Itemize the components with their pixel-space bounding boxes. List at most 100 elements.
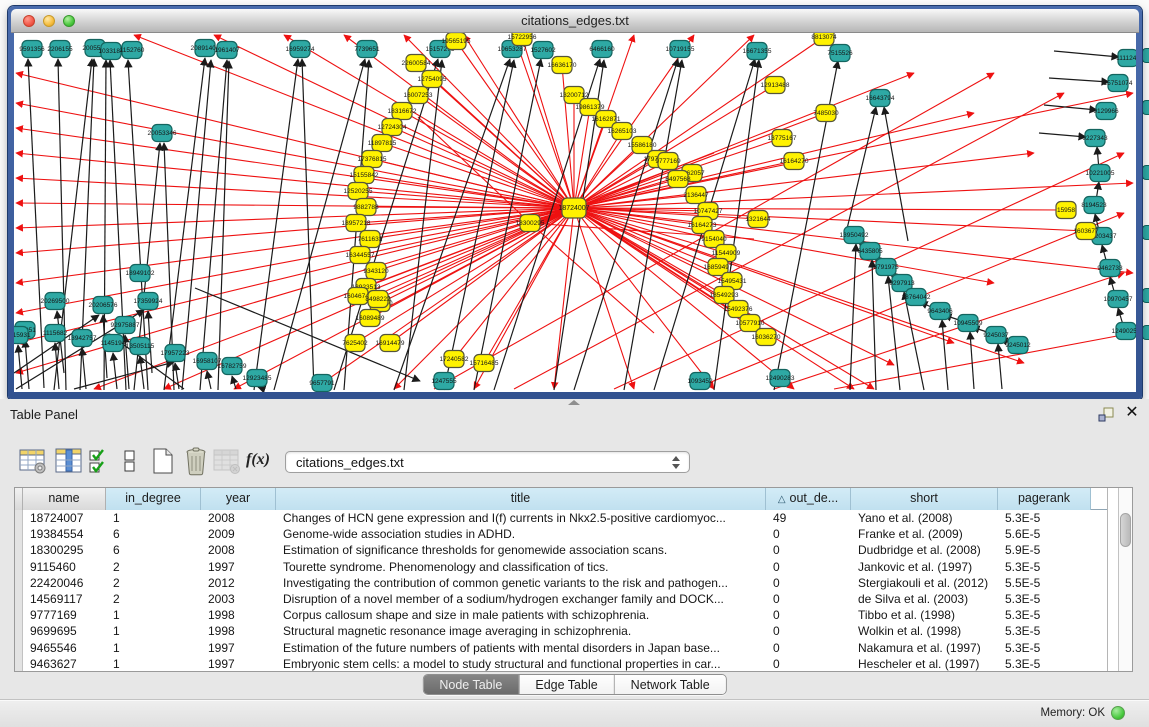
cell-year[interactable]: 1997 bbox=[201, 640, 276, 656]
cell-pagerank[interactable]: 5.3E-5 bbox=[998, 559, 1091, 575]
table-mode-icon[interactable] bbox=[18, 446, 48, 476]
cell-in_degree[interactable]: 2 bbox=[106, 575, 201, 591]
cell-name[interactable]: 18300295 bbox=[23, 542, 106, 558]
cell-in_degree[interactable]: 1 bbox=[106, 607, 201, 623]
show-columns-icon[interactable] bbox=[54, 446, 84, 476]
cell-year[interactable]: 1998 bbox=[201, 623, 276, 639]
vertical-scrollbar[interactable] bbox=[1118, 488, 1132, 671]
column-header-in_degree[interactable]: in_degree bbox=[106, 488, 201, 510]
cell-out_degree[interactable]: 0 bbox=[766, 559, 851, 575]
cell-year[interactable]: 2008 bbox=[201, 510, 276, 526]
cell-short[interactable]: Nakamura et al. (1997) bbox=[851, 640, 998, 656]
network-edge-black bbox=[232, 376, 236, 389]
cell-in_degree[interactable]: 1 bbox=[106, 656, 201, 671]
cell-pagerank[interactable]: 5.3E-5 bbox=[998, 510, 1091, 526]
network-node-label: 15716485 bbox=[470, 360, 499, 367]
cell-title[interactable]: Investigating the contribution of common… bbox=[276, 575, 766, 591]
column-header-title[interactable]: title bbox=[276, 488, 766, 510]
tab-node-table[interactable]: Node Table bbox=[423, 675, 519, 694]
cell-in_degree[interactable]: 6 bbox=[106, 526, 201, 542]
cell-title[interactable]: Disruption of a novel member of a sodium… bbox=[276, 591, 766, 607]
cell-title[interactable]: Embryonic stem cells: a model to study s… bbox=[276, 656, 766, 671]
cell-name[interactable]: 9115460 bbox=[23, 559, 106, 575]
cell-out_degree[interactable]: 0 bbox=[766, 607, 851, 623]
cell-name[interactable]: 9463627 bbox=[23, 656, 106, 671]
cell-pagerank[interactable]: 5.3E-5 bbox=[998, 607, 1091, 623]
tab-network-table[interactable]: Network Table bbox=[615, 675, 726, 694]
cell-name[interactable]: 22420046 bbox=[23, 575, 106, 591]
cell-pagerank[interactable]: 5.5E-5 bbox=[998, 575, 1091, 591]
column-header-year[interactable]: year bbox=[201, 488, 276, 510]
network-canvas[interactable]: 9591356220615520055721033184115276020891… bbox=[14, 33, 1136, 392]
column-header-out_degree[interactable]: △out_de... bbox=[766, 488, 851, 510]
function-builder-icon[interactable]: f(x) bbox=[246, 451, 270, 469]
cell-out_degree[interactable]: 0 bbox=[766, 542, 851, 558]
memory-ok-indicator[interactable] bbox=[1111, 706, 1125, 720]
column-header-name[interactable]: name bbox=[23, 488, 106, 510]
cell-year[interactable]: 1997 bbox=[201, 559, 276, 575]
cell-in_degree[interactable]: 1 bbox=[106, 510, 201, 526]
cell-name[interactable]: 14569117 bbox=[23, 591, 106, 607]
cell-in_degree[interactable]: 6 bbox=[106, 542, 201, 558]
cell-pagerank[interactable]: 5.9E-5 bbox=[998, 542, 1091, 558]
cell-short[interactable]: Hescheler et al. (1997) bbox=[851, 656, 998, 671]
close-panel-icon[interactable]: ✕ bbox=[1123, 404, 1141, 422]
cell-name[interactable]: 9777169 bbox=[23, 607, 106, 623]
network-node-label: 16007253 bbox=[404, 92, 433, 99]
cell-out_degree[interactable]: 0 bbox=[766, 656, 851, 671]
cell-year[interactable]: 2008 bbox=[201, 542, 276, 558]
cell-out_degree[interactable]: 0 bbox=[766, 575, 851, 591]
network-node-label: 10747427 bbox=[694, 208, 723, 215]
cell-in_degree[interactable]: 1 bbox=[106, 623, 201, 639]
cell-name[interactable]: 9465546 bbox=[23, 640, 106, 656]
window-titlebar[interactable]: citations_edges.txt bbox=[11, 9, 1139, 33]
tab-edge-table[interactable]: Edge Table bbox=[519, 675, 614, 694]
table-select-dropdown[interactable]: citations_edges.txt bbox=[285, 451, 690, 473]
cell-short[interactable]: Stergiakouli et al. (2012) bbox=[851, 575, 998, 591]
select-columns-icon[interactable] bbox=[88, 446, 112, 476]
cell-out_degree[interactable]: 49 bbox=[766, 510, 851, 526]
cell-pagerank[interactable]: 5.3E-5 bbox=[998, 591, 1091, 607]
delete-column-icon[interactable] bbox=[182, 446, 210, 476]
cell-pagerank[interactable]: 5.3E-5 bbox=[998, 623, 1091, 639]
cell-year[interactable]: 1997 bbox=[201, 656, 276, 671]
cell-year[interactable]: 2003 bbox=[201, 591, 276, 607]
cell-title[interactable]: Tourette syndrome. Phenomenology and cla… bbox=[276, 559, 766, 575]
cell-name[interactable]: 9699695 bbox=[23, 623, 106, 639]
cell-title[interactable]: Corpus callosum shape and size in male p… bbox=[276, 607, 766, 623]
cell-title[interactable]: Estimation of significance thresholds fo… bbox=[276, 542, 766, 558]
cell-pagerank[interactable]: 5.6E-5 bbox=[998, 526, 1091, 542]
cell-name[interactable]: 18724007 bbox=[23, 510, 106, 526]
cell-pagerank[interactable]: 5.3E-5 bbox=[998, 656, 1091, 671]
cell-year[interactable]: 1998 bbox=[201, 607, 276, 623]
cell-title[interactable]: Changes of HCN gene expression and I(f) … bbox=[276, 510, 766, 526]
column-header-short[interactable]: short bbox=[851, 488, 998, 510]
cell-out_degree[interactable]: 0 bbox=[766, 526, 851, 542]
cell-out_degree[interactable]: 0 bbox=[766, 640, 851, 656]
float-panel-icon[interactable] bbox=[1097, 406, 1115, 424]
cell-short[interactable]: de Silva et al. (2003) bbox=[851, 591, 998, 607]
cell-out_degree[interactable]: 0 bbox=[766, 623, 851, 639]
cell-title[interactable]: Estimation of the future numbers of pati… bbox=[276, 640, 766, 656]
cell-in_degree[interactable]: 2 bbox=[106, 591, 201, 607]
cell-title[interactable]: Structural magnetic resonance image aver… bbox=[276, 623, 766, 639]
cell-out_degree[interactable]: 0 bbox=[766, 591, 851, 607]
cell-short[interactable]: Yano et al. (2008) bbox=[851, 510, 998, 526]
cell-short[interactable]: Dudbridge et al. (2008) bbox=[851, 542, 998, 558]
clear-columns-icon[interactable] bbox=[122, 446, 138, 476]
column-header-pagerank[interactable]: pagerank bbox=[998, 488, 1091, 510]
new-column-icon[interactable] bbox=[150, 446, 176, 476]
cell-title[interactable]: Genome-wide association studies in ADHD. bbox=[276, 526, 766, 542]
cell-short[interactable]: Wolkin et al. (1998) bbox=[851, 623, 998, 639]
network-node-label: 9245037 bbox=[983, 332, 1009, 339]
cell-short[interactable]: Jankovic et al. (1997) bbox=[851, 559, 998, 575]
cell-in_degree[interactable]: 2 bbox=[106, 559, 201, 575]
cell-name[interactable]: 19384554 bbox=[23, 526, 106, 542]
cell-short[interactable]: Franke et al. (2009) bbox=[851, 526, 998, 542]
cell-in_degree[interactable]: 1 bbox=[106, 640, 201, 656]
cell-pagerank[interactable]: 5.3E-5 bbox=[998, 640, 1091, 656]
scrollbar-thumb[interactable] bbox=[1120, 513, 1131, 547]
cell-year[interactable]: 2012 bbox=[201, 575, 276, 591]
cell-short[interactable]: Tibbo et al. (1998) bbox=[851, 607, 998, 623]
cell-year[interactable]: 2009 bbox=[201, 526, 276, 542]
